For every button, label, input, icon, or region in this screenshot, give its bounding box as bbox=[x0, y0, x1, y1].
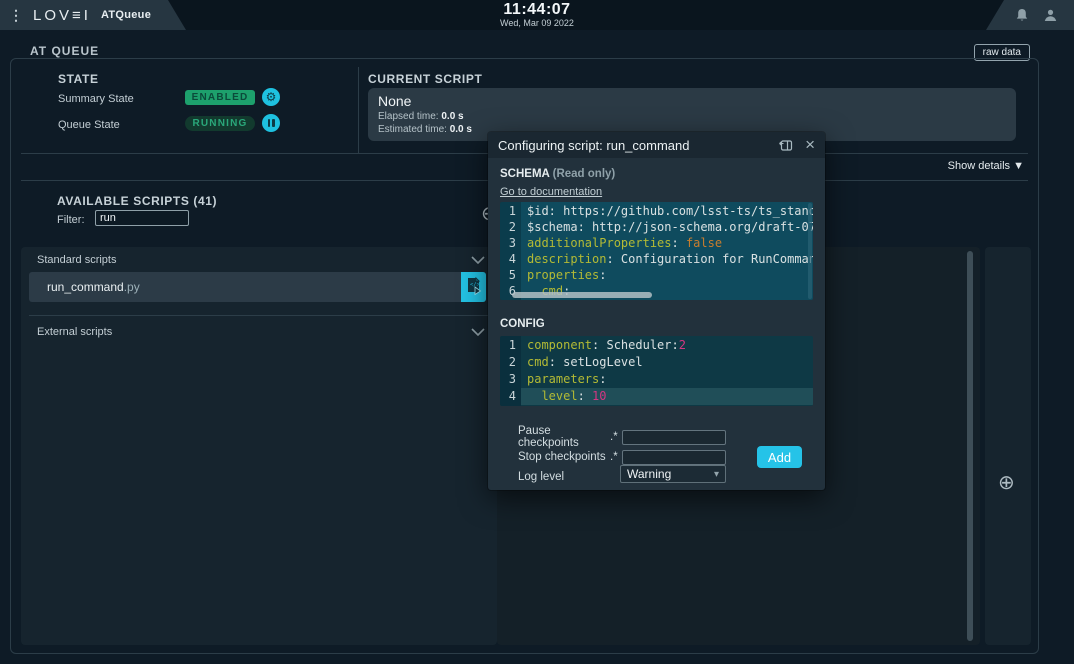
schema-readonly-note: (Read only) bbox=[553, 168, 616, 180]
current-script-heading: CURRENT SCRIPT bbox=[368, 72, 482, 86]
script-ext: .py bbox=[124, 280, 140, 294]
launch-script-button[interactable]: </> bbox=[461, 272, 486, 302]
current-script-name: None bbox=[378, 93, 1006, 110]
modal-header: Configuring script: run_command × bbox=[488, 132, 825, 158]
schema-horizontal-scrollbar[interactable] bbox=[512, 292, 652, 298]
queue-state-badge: RUNNING bbox=[185, 116, 255, 131]
summary-state-config-button[interactable]: ⚙ bbox=[262, 88, 280, 106]
script-name: run_command bbox=[47, 280, 124, 294]
section-divider bbox=[358, 67, 359, 153]
add-button[interactable]: Add bbox=[757, 446, 802, 468]
clock: 11:44:07 Wed, Mar 09 2022 bbox=[500, 1, 574, 28]
standard-scripts-group[interactable]: Standard scripts bbox=[21, 247, 497, 273]
configure-script-modal: Configuring script: run_command × SCHEMA… bbox=[488, 132, 825, 490]
schema-heading: SCHEMA (Read only) bbox=[500, 168, 615, 180]
log-level-label: Log level bbox=[518, 471, 610, 483]
modal-title: Configuring script: run_command bbox=[498, 138, 778, 153]
config-code-lines[interactable]: component: Scheduler:2cmd: setLogLevelpa… bbox=[521, 336, 813, 406]
user-icon[interactable] bbox=[1043, 8, 1058, 23]
detach-window-icon[interactable] bbox=[778, 139, 793, 152]
topbar-right-tab bbox=[986, 0, 1074, 30]
launch-script-icon: </> bbox=[466, 277, 482, 297]
stop-checkpoints-row: Stop checkpoints .* bbox=[518, 449, 726, 465]
group-label: Standard scripts bbox=[37, 254, 116, 266]
topbar-left-tab: ⋮ LOV≡I ATQueue bbox=[0, 0, 186, 30]
notifications-bell-icon[interactable] bbox=[1015, 8, 1029, 23]
select-caret-icon: ▾ bbox=[714, 469, 719, 480]
caret-down-icon: ▼ bbox=[1013, 160, 1024, 172]
schema-code-lines: $id: https://github.com/lsst-ts/ts_stand… bbox=[521, 202, 813, 300]
clock-date: Wed, Mar 09 2022 bbox=[500, 19, 574, 28]
stop-checkpoints-regex: .* bbox=[610, 451, 622, 463]
menu-kebab-icon[interactable]: ⋮ bbox=[9, 0, 23, 30]
view-title: ATQueue bbox=[101, 9, 151, 21]
pause-checkpoints-input[interactable] bbox=[622, 430, 726, 445]
documentation-link[interactable]: Go to documentation bbox=[500, 186, 602, 198]
top-bar: ⋮ LOV≡I ATQueue 11:44:07 Wed, Mar 09 202… bbox=[0, 0, 1074, 30]
schema-vertical-scrollbar[interactable] bbox=[808, 203, 812, 299]
estimated-time-value: 0.0 s bbox=[450, 124, 472, 135]
filter-label: Filter: bbox=[57, 214, 85, 226]
config-heading: CONFIG bbox=[500, 318, 545, 330]
schema-gutter: 123456 bbox=[500, 202, 521, 300]
log-level-value: Warning bbox=[627, 467, 714, 481]
pause-checkpoints-regex: .* bbox=[610, 431, 622, 443]
estimated-time-label: Estimated time: bbox=[378, 124, 447, 135]
expand-circle-plus-icon[interactable]: ⊕ bbox=[998, 473, 1015, 493]
chevron-down-icon bbox=[471, 328, 485, 336]
available-scripts-heading: AVAILABLE SCRIPTS (41) bbox=[57, 194, 217, 208]
stop-checkpoints-input[interactable] bbox=[622, 450, 726, 465]
config-gutter: 1234 bbox=[500, 336, 521, 406]
elapsed-time-value: 0.0 s bbox=[441, 111, 463, 122]
log-level-row: Log level bbox=[518, 469, 610, 485]
group-label: External scripts bbox=[37, 326, 112, 338]
summary-state-label: Summary State bbox=[58, 93, 134, 105]
page-title: AT QUEUE bbox=[30, 44, 99, 58]
vertical-scrollbar[interactable] bbox=[967, 251, 973, 641]
schema-editor: 123456 $id: https://github.com/lsst-ts/t… bbox=[500, 202, 813, 300]
list-divider bbox=[29, 315, 489, 316]
close-icon[interactable]: × bbox=[805, 137, 815, 153]
available-scripts-panel: Standard scripts run_command.py </> bbox=[21, 247, 497, 645]
gear-icon: ⚙ bbox=[266, 88, 277, 106]
side-column: ⊕ bbox=[985, 247, 1031, 645]
love-logo: LOV≡I bbox=[33, 7, 91, 24]
pause-icon bbox=[268, 119, 275, 127]
elapsed-time-label: Elapsed time: bbox=[378, 111, 439, 122]
log-level-select[interactable]: Warning ▾ bbox=[620, 465, 726, 483]
queue-state-label: Queue State bbox=[58, 119, 120, 131]
summary-state-badge: ENABLED bbox=[185, 90, 255, 105]
config-editor[interactable]: 1234 component: Scheduler:2cmd: setLogLe… bbox=[500, 336, 813, 406]
script-row[interactable]: run_command.py </> bbox=[29, 272, 486, 302]
filter-input[interactable] bbox=[95, 210, 189, 226]
pause-queue-button[interactable] bbox=[262, 114, 280, 132]
stop-checkpoints-label: Stop checkpoints bbox=[518, 451, 610, 463]
chevron-down-icon bbox=[471, 256, 485, 264]
show-details-toggle[interactable]: Show details ▼ bbox=[948, 160, 1024, 172]
state-heading: STATE bbox=[58, 72, 99, 86]
clock-time: 11:44:07 bbox=[500, 1, 574, 19]
pause-checkpoints-row: Pause checkpoints .* bbox=[518, 429, 726, 445]
modal-body: SCHEMA (Read only) Go to documentation 1… bbox=[488, 158, 825, 490]
pause-checkpoints-label: Pause checkpoints bbox=[518, 425, 610, 449]
external-scripts-group[interactable]: External scripts bbox=[21, 319, 497, 345]
